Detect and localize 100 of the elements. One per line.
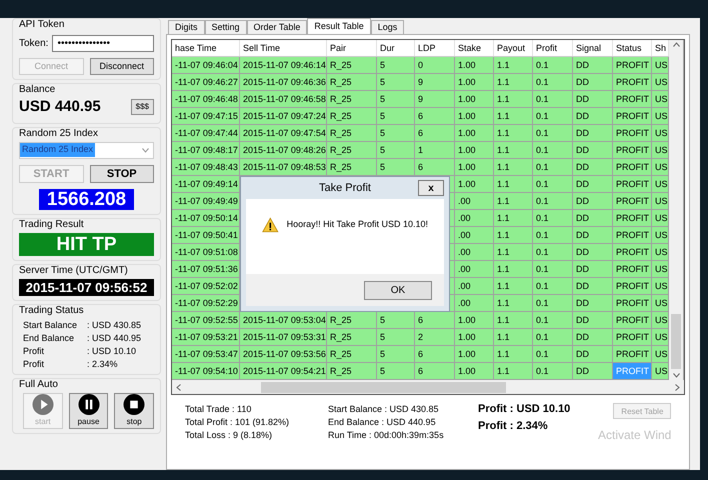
table-cell: PROFIT — [616, 213, 649, 223]
table-cell: 2015-11-07 09:53:56 — [243, 349, 326, 359]
table-cell: 5 — [380, 349, 386, 359]
column-header[interactable]: Sell Time — [240, 40, 327, 56]
balance-button[interactable]: $$$ — [130, 99, 154, 116]
scroll-thumb[interactable] — [261, 382, 506, 392]
table-cell: 5 — [380, 162, 386, 172]
auto-button[interactable]: stop — [114, 392, 154, 428]
table-cell: 1.1 — [497, 94, 510, 104]
table-cell: DD — [576, 162, 589, 172]
disconnect-button[interactable]: Disconnect — [90, 58, 154, 75]
column-header[interactable]: Signal — [573, 40, 613, 56]
table-cell: 1.1 — [497, 315, 510, 325]
tab[interactable]: Logs — [370, 20, 404, 34]
table-cell: PROFIT — [616, 145, 649, 155]
table-cell: PROFIT — [616, 230, 649, 240]
activation-notice: Activate Wind — [598, 429, 672, 442]
table-cell: -11-07 09:52:29 — [175, 298, 238, 308]
table-cell: 6 — [418, 349, 424, 359]
column-header[interactable]: Dur — [377, 40, 415, 56]
group-title: API Token — [19, 19, 66, 31]
table-cell: -11-07 09:52:55 — [175, 315, 238, 325]
table-cell: PROFIT — [616, 281, 649, 291]
table-cell: 1.1 — [497, 145, 510, 155]
table-cell: US — [655, 162, 668, 172]
column-header[interactable]: hase Time — [172, 40, 240, 56]
table-cell: -11-07 09:46:48 — [175, 94, 238, 104]
table-cell: 2015-11-07 09:47:54 — [243, 128, 326, 138]
table-cell: -11-07 09:46:27 — [175, 77, 238, 87]
table-cell: 1.1 — [497, 281, 510, 291]
chevron-down-icon — [672, 373, 680, 378]
table-cell: -11-07 09:49:14 — [175, 179, 238, 189]
table-cell: US — [655, 145, 668, 155]
table-cell: 1.00 — [458, 332, 476, 342]
group-title: Balance — [19, 84, 56, 96]
close-button[interactable]: x — [418, 180, 444, 196]
tab[interactable]: Result Table — [307, 18, 371, 34]
table-cell: 6 — [418, 128, 424, 138]
table-cell: PROFIT — [616, 196, 649, 206]
tab[interactable]: Setting — [204, 20, 247, 34]
table-cell: PROFIT — [616, 60, 649, 70]
vertical-scrollbar[interactable] — [669, 40, 683, 380]
table-cell: DD — [576, 366, 589, 376]
column-header[interactable]: Profit — [533, 40, 573, 56]
table-cell: US — [655, 281, 668, 291]
column-header[interactable]: Payout — [494, 40, 533, 56]
table-cell: 6 — [418, 111, 424, 121]
tab[interactable]: Digits — [168, 20, 205, 34]
table-cell: DD — [576, 196, 589, 206]
table-cell: US — [655, 77, 668, 87]
ok-button[interactable]: OK — [364, 280, 432, 300]
warning-icon — [262, 215, 279, 235]
table-cell: 1.00 — [458, 366, 476, 376]
status-label: Profit — [23, 344, 46, 356]
table-cell: 1.1 — [497, 213, 510, 223]
column-header[interactable]: Stake — [455, 40, 494, 56]
table-cell: 0.1 — [536, 349, 549, 359]
table-cell: -11-07 09:53:21 — [175, 332, 238, 342]
table-cell: 2015-11-07 09:47:24 — [243, 111, 326, 121]
column-header[interactable]: LDP — [415, 40, 455, 56]
summary-text: Run Time : 00d:00h:39m:35s — [328, 429, 445, 442]
group-title: Trading Result — [19, 218, 85, 230]
table-cell: 0.1 — [536, 111, 549, 121]
table-cell: 2015-11-07 09:48:26 — [243, 145, 326, 155]
table-cell: DD — [576, 230, 589, 240]
table-cell: 0.1 — [536, 264, 549, 274]
table-cell: -11-07 09:52:02 — [175, 281, 238, 291]
stop-button[interactable]: STOP — [90, 164, 154, 182]
table-cell: DD — [576, 128, 589, 138]
table-cell: -11-07 09:54:10 — [175, 366, 238, 376]
tab[interactable]: Order Table — [246, 20, 308, 34]
table-cell: R_25 — [330, 349, 352, 359]
table-cell: DD — [576, 111, 589, 121]
table-cell: 0.1 — [536, 298, 549, 308]
table-cell: US — [655, 315, 668, 325]
table-cell: .00 — [458, 230, 471, 240]
table-cell: 5 — [380, 60, 386, 70]
table-cell: 1.1 — [497, 60, 510, 70]
table-cell: .00 — [458, 281, 471, 291]
status-label: Start Balance — [23, 318, 78, 330]
result-display: HIT TP — [19, 232, 154, 256]
table-cell: R_25 — [330, 94, 352, 104]
table-cell: 5 — [380, 315, 386, 325]
table-cell: R_25 — [330, 128, 352, 138]
table-cell: DD — [576, 179, 589, 189]
table-cell: 2015-11-07 09:46:58 — [243, 94, 326, 104]
auto-button[interactable]: pause — [68, 392, 108, 428]
table-cell: 5 — [380, 366, 386, 376]
scroll-thumb[interactable] — [671, 314, 681, 369]
token-field[interactable]: ••••••••••••••• — [52, 35, 154, 52]
summary-text: Total Profit : 101 (91.82%) — [185, 416, 290, 429]
table-cell: DD — [576, 332, 589, 342]
table-cell: 1.00 — [458, 128, 476, 138]
table-cell: -11-07 09:48:43 — [175, 162, 238, 172]
table-cell: US — [655, 179, 668, 189]
table-cell: 1.1 — [497, 349, 510, 359]
table-cell: 2 — [418, 332, 424, 342]
column-header[interactable]: Pair — [327, 40, 377, 56]
horizontal-scrollbar[interactable] — [172, 380, 684, 394]
column-header[interactable]: Status — [613, 40, 652, 56]
